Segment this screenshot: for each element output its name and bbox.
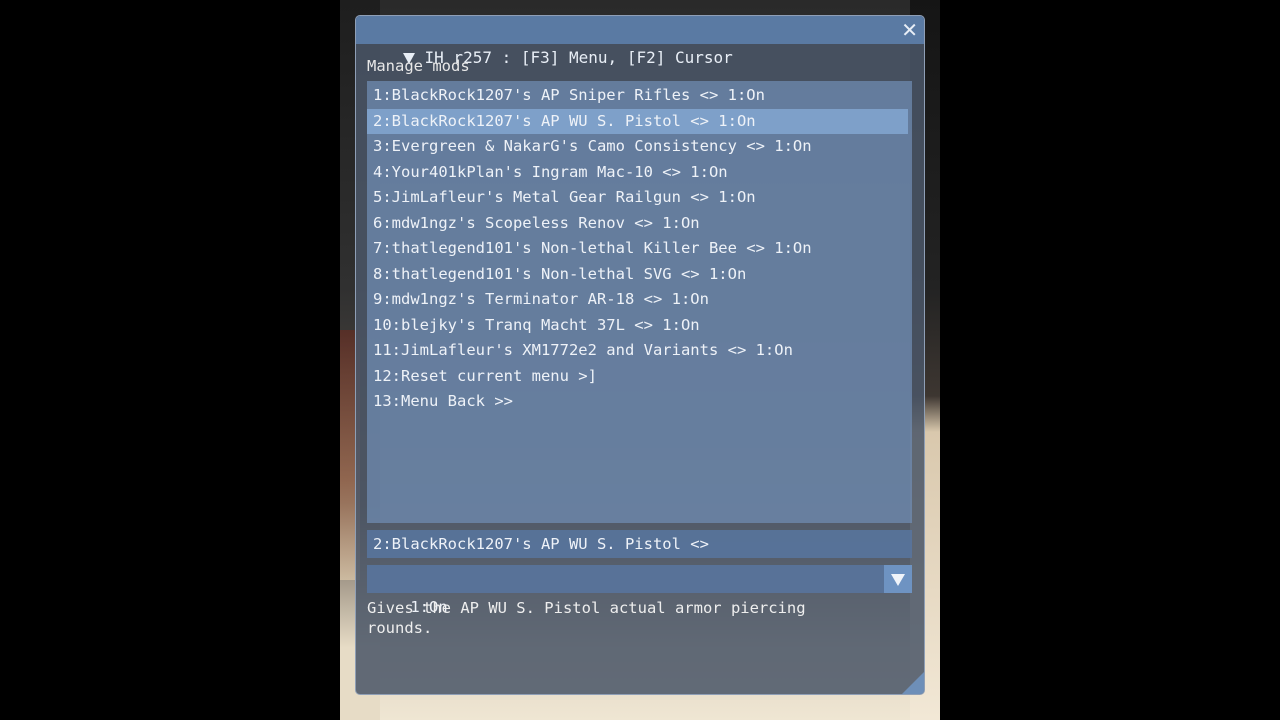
list-item[interactable]: 7:thatlegend101's Non-lethal Killer Bee … <box>367 236 908 262</box>
list-item[interactable]: 8:thatlegend101's Non-lethal SVG <> 1:On <box>367 262 908 288</box>
setting-value-dropdown[interactable]: 1:On <box>367 565 912 616</box>
menu-heading: Manage mods <box>367 57 470 75</box>
list-item[interactable]: 1:BlackRock1207's AP Sniper Rifles <> 1:… <box>367 83 908 109</box>
list-item[interactable]: 10:blejky's Tranq Macht 37L <> 1:On <box>367 313 908 339</box>
mod-menu-window: IH r257 : [F3] Menu, [F2] Cursor ✕ Manag… <box>355 15 925 695</box>
list-item[interactable]: 5:JimLafleur's Metal Gear Railgun <> 1:O… <box>367 185 908 211</box>
window-titlebar[interactable]: IH r257 : [F3] Menu, [F2] Cursor ✕ <box>356 16 924 67</box>
list-item[interactable]: 11:JimLafleur's XM1772e2 and Variants <>… <box>367 338 908 364</box>
setting-description: Gives the AP WU S. Pistol actual armor p… <box>367 599 806 637</box>
list-item[interactable]: 3:Evergreen & NakarG's Camo Consistency … <box>367 134 908 160</box>
list-item[interactable]: 6:mdw1ngz's Scopeless Renov <> 1:On <box>367 211 908 237</box>
mod-list[interactable]: 1:BlackRock1207's AP Sniper Rifles <> 1:… <box>367 81 912 523</box>
list-item[interactable]: 4:Your401kPlan's Ingram Mac-10 <> 1:On <box>367 160 908 186</box>
resize-grip-icon[interactable] <box>902 672 924 694</box>
chevron-down-icon[interactable] <box>884 565 912 593</box>
list-item[interactable]: 12:Reset current menu >] <box>367 364 908 390</box>
list-item[interactable]: 9:mdw1ngz's Terminator AR-18 <> 1:On <box>367 287 908 313</box>
list-item[interactable]: 2:BlackRock1207's AP WU S. Pistol <> 1:O… <box>367 108 908 134</box>
window-title: IH r257 : [F3] Menu, [F2] Cursor <box>424 48 733 67</box>
selected-setting-label: 2:BlackRock1207's AP WU S. Pistol <> <box>367 530 912 558</box>
close-icon[interactable]: ✕ <box>901 16 918 44</box>
list-item[interactable]: 13:Menu Back >> <box>367 389 908 415</box>
